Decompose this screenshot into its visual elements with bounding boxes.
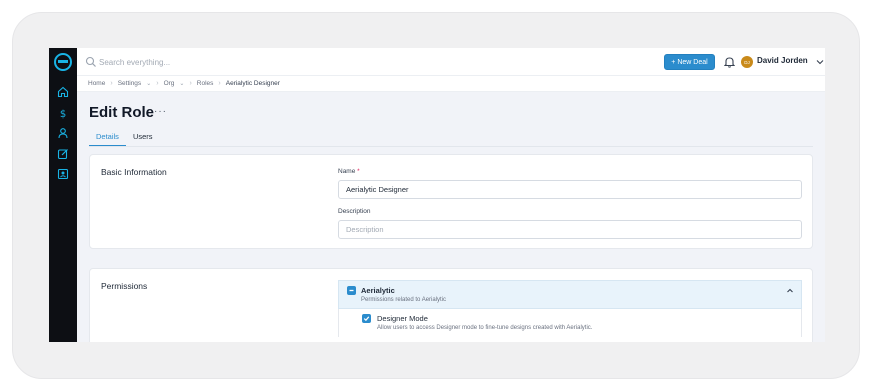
permission-item-description: Allow users to access Designer mode to f…	[377, 325, 593, 331]
edit-icon[interactable]	[56, 147, 70, 161]
search-input[interactable]	[99, 54, 299, 70]
item-checkbox[interactable]	[362, 314, 371, 323]
dollar-icon[interactable]: $	[56, 106, 70, 120]
group-checkbox[interactable]	[347, 286, 356, 295]
breadcrumb-home[interactable]: Home	[88, 80, 105, 87]
name-field[interactable]	[338, 180, 802, 199]
permission-item-designer-mode[interactable]: Designer Mode Allow users to access Desi…	[338, 309, 802, 337]
tab-details[interactable]: Details	[89, 130, 126, 147]
chevron-down-icon[interactable]: ⌄	[146, 80, 151, 87]
avatar-initials: DJ	[744, 59, 750, 65]
description-label: Description	[338, 208, 371, 215]
permission-group-description: Permissions related to Aerialytic	[361, 297, 447, 303]
more-options-icon[interactable]: ···	[154, 106, 167, 117]
logo-icon[interactable]	[54, 53, 72, 71]
tabs-divider	[89, 146, 813, 147]
new-deal-button[interactable]: + New Deal	[664, 54, 715, 70]
left-rail: $	[49, 48, 77, 342]
chevron-right-icon: ›	[156, 80, 159, 87]
search-icon	[85, 56, 96, 67]
name-label: Name *	[338, 168, 360, 175]
tab-users[interactable]: Users	[126, 130, 160, 147]
app-window: $ + New Deal DJ David Jorden	[49, 48, 825, 342]
page-title: Edit Role	[89, 104, 155, 121]
breadcrumb-settings[interactable]: Settings	[118, 80, 142, 87]
chevron-right-icon: ›	[218, 80, 221, 87]
minus-icon	[349, 289, 354, 292]
user-icon[interactable]	[56, 126, 70, 140]
check-icon	[363, 316, 370, 322]
breadcrumb-roles[interactable]: Roles	[197, 80, 214, 87]
new-deal-label: + New Deal	[671, 58, 708, 66]
tab-bar: Details Users	[89, 130, 160, 147]
contact-icon[interactable]	[56, 167, 70, 181]
home-icon[interactable]	[56, 85, 70, 99]
name-label-text: Name	[338, 168, 356, 175]
permissions-title: Permissions	[101, 281, 148, 291]
top-bar: + New Deal DJ David Jorden	[77, 48, 825, 76]
breadcrumb-org[interactable]: Org	[164, 80, 175, 87]
chevron-down-icon[interactable]	[816, 58, 824, 66]
description-field[interactable]	[338, 220, 802, 239]
chevron-down-icon[interactable]: ⌄	[179, 80, 184, 87]
breadcrumb: Home › Settings ⌄ › Org ⌄ › Roles › Aeri…	[77, 76, 825, 92]
required-marker: *	[357, 168, 360, 175]
breadcrumb-current: Aerialytic Designer	[225, 80, 280, 87]
chevron-right-icon: ›	[189, 80, 192, 87]
permission-group-aerialytic[interactable]: Aerialytic Permissions related to Aerial…	[338, 280, 802, 309]
permission-group-title: Aerialytic	[361, 286, 395, 295]
user-name[interactable]: David Jorden	[757, 56, 808, 65]
chevron-up-icon[interactable]	[786, 287, 794, 295]
bell-icon[interactable]	[724, 56, 735, 68]
svg-text:$: $	[60, 109, 66, 119]
permission-item-title: Designer Mode	[377, 314, 428, 323]
basic-information-title: Basic Information	[101, 167, 167, 177]
permissions-card: Permissions Aerialytic Permissions relat…	[89, 268, 813, 342]
avatar[interactable]: DJ	[741, 56, 753, 68]
chevron-right-icon: ›	[110, 80, 113, 87]
basic-information-card: Basic Information Name * Description	[89, 154, 813, 249]
